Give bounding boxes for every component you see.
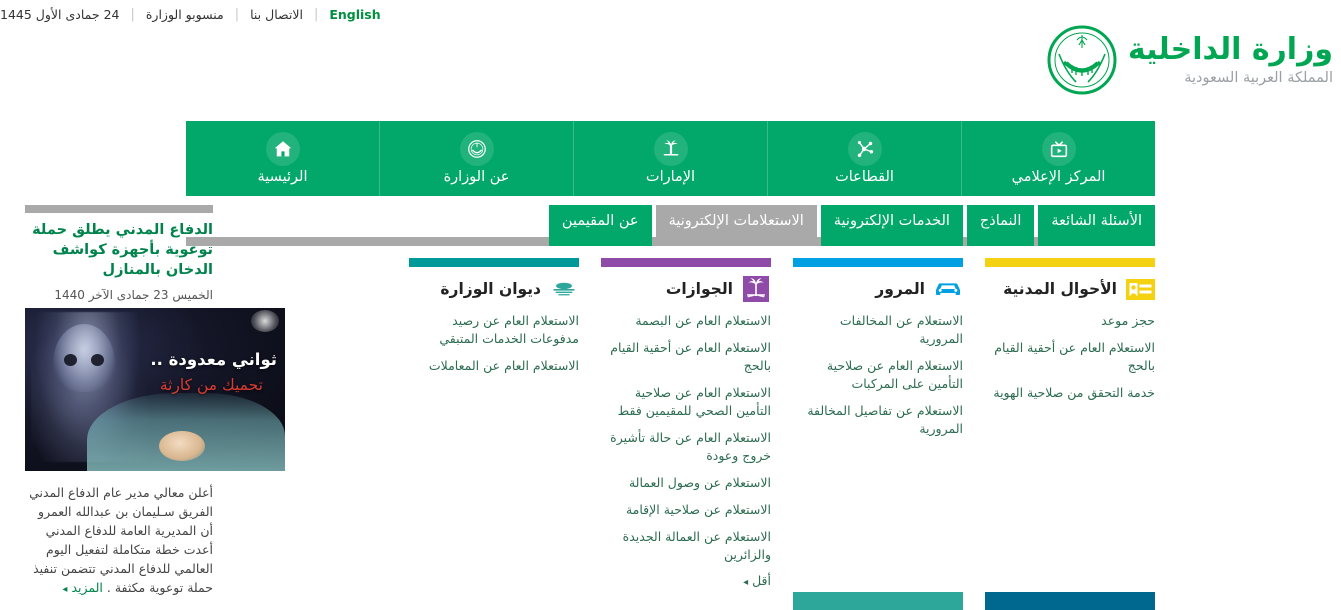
service-tabs: الأسئلة الشائعة النماذج الخدمات الإلكترو… xyxy=(186,205,1155,237)
home-icon xyxy=(265,132,300,166)
news-panel: الدفاع المدني يطلق حملة توعوية بأجهزة كو… xyxy=(25,205,285,610)
logo-title: وزارة الداخلية xyxy=(1127,31,1333,67)
id-card-icon xyxy=(1125,276,1155,302)
tab-faq[interactable]: الأسئلة الشائعة xyxy=(1038,205,1155,237)
news-top-divider xyxy=(25,205,213,213)
nav-label: المركز الإعلامي xyxy=(1011,169,1106,185)
column-item[interactable]: خدمة التحقق من صلاحية الهوية xyxy=(985,384,1155,402)
chevron-left-icon: ◂ xyxy=(743,577,749,588)
staff-link[interactable]: منسوبو الوزارة xyxy=(146,7,224,22)
column-title: الأحوال المدنية xyxy=(1003,280,1117,298)
column-title: المرور xyxy=(875,280,925,298)
column-items: الاستعلام عن المخالفات المرورية الاستعلا… xyxy=(793,312,963,438)
site-logo[interactable]: وزارة الداخلية المملكة العربية السعودية xyxy=(1046,24,1333,96)
column-title: ديوان الوزارة xyxy=(440,280,541,298)
column-item[interactable]: حجز موعد xyxy=(985,312,1155,330)
column-ministry-office: ديوان الوزارة الاستعلام العام عن رصيد مد… xyxy=(409,258,579,588)
separator: | xyxy=(313,6,319,22)
column-color-bar xyxy=(985,258,1155,267)
column-item[interactable]: الاستعلام العام عن أحقية القيام بالحج xyxy=(985,339,1155,375)
tab-rail-segment xyxy=(820,237,963,246)
bottom-strip-teal[interactable] xyxy=(793,592,963,610)
separator: | xyxy=(130,6,135,22)
logo-text-block: وزارة الداخلية المملكة العربية السعودية xyxy=(1127,31,1333,86)
column-item[interactable]: الاستعلام العام عن صلاحية التأمين على ال… xyxy=(793,357,963,393)
column-header: الجوازات xyxy=(601,276,771,302)
contact-link[interactable]: الاتصال بنا xyxy=(250,7,303,22)
column-items: الاستعلام العام عن رصيد مدفوعات الخدمات … xyxy=(409,312,579,375)
nav-item-emirates[interactable]: الإمارات xyxy=(573,121,767,196)
bottom-strip-blue[interactable] xyxy=(985,592,1155,610)
tabs-underline-rail xyxy=(186,237,1155,246)
column-items: حجز موعد الاستعلام العام عن أحقية القيام… xyxy=(985,312,1155,402)
column-item[interactable]: الاستعلام العام عن أحقية القيام بالحج xyxy=(601,339,771,375)
tab-rail-segment xyxy=(966,237,1035,246)
emblem-circle-icon xyxy=(459,132,494,166)
column-title: الجوازات xyxy=(665,280,733,298)
column-passports: الجوازات الاستعلام العام عن البصمة الاست… xyxy=(601,258,771,588)
tab-forms[interactable]: النماذج xyxy=(966,205,1035,237)
column-collapse-link[interactable]: أقل ◂ xyxy=(601,573,771,588)
tab-e-inquiries[interactable]: الاستعلامات الإلكترونية xyxy=(655,205,817,237)
main-navigation: المركز الإعلامي القطاعات الإمارات عن الو… xyxy=(186,121,1155,196)
nav-label: الإمارات xyxy=(645,169,696,185)
page-root: 24 جمادى الأول 1445 | منسوبو الوزارة | ا… xyxy=(0,0,1341,610)
palm-swords-icon xyxy=(741,276,771,302)
news-title[interactable]: الدفاع المدني يطلق حملة توعوية بأجهزة كو… xyxy=(25,220,213,280)
column-item[interactable]: الاستعلام عن صلاحية الإقامة xyxy=(601,501,771,519)
nav-label: عن الوزارة xyxy=(443,169,510,185)
column-item[interactable]: الاستعلام عن وصول العمالة xyxy=(601,474,771,492)
column-collapse-label: أقل xyxy=(752,573,771,588)
column-item[interactable]: الاستعلام العام عن صلاحية التأمين الصحي … xyxy=(601,384,771,420)
tv-media-icon xyxy=(1041,132,1076,166)
column-item[interactable]: الاستعلام العام عن المعاملات xyxy=(409,357,579,375)
column-item[interactable]: الاستعلام العام عن حالة تأشيرة خروج وعود… xyxy=(601,429,771,465)
logo-subtitle: المملكة العربية السعودية xyxy=(1184,69,1333,86)
column-item[interactable]: الاستعلام العام عن رصيد مدفوعات الخدمات … xyxy=(409,312,579,348)
tab-label: الأسئلة الشائعة xyxy=(1051,213,1142,229)
column-header: ديوان الوزارة xyxy=(409,276,579,302)
saudi-emblem-icon xyxy=(1046,24,1118,96)
tab-label: الاستعلامات الإلكترونية xyxy=(668,213,804,229)
language-toggle-english[interactable]: English xyxy=(329,7,380,22)
separator: | xyxy=(234,6,240,22)
chevron-left-icon: ◂ xyxy=(62,584,68,595)
palm-swords-icon xyxy=(653,132,688,166)
column-traffic: المرور الاستعلام عن المخالفات المرورية ا… xyxy=(793,258,963,588)
nav-label: الرئيسية xyxy=(257,169,308,185)
inquiry-columns: الأحوال المدنية حجز موعد الاستعلام العام… xyxy=(186,258,1155,588)
nav-item-about-ministry[interactable]: عن الوزارة xyxy=(379,121,573,196)
column-items: الاستعلام العام عن البصمة الاستعلام العا… xyxy=(601,312,771,588)
nav-label: القطاعات xyxy=(835,169,894,185)
column-color-bar xyxy=(409,258,579,267)
network-nodes-icon xyxy=(847,132,882,166)
tab-rail-segment xyxy=(1038,237,1155,246)
tab-label: النماذج xyxy=(979,213,1022,229)
column-civil-affairs: الأحوال المدنية حجز موعد الاستعلام العام… xyxy=(985,258,1155,588)
column-color-bar xyxy=(601,258,771,267)
nav-item-sectors[interactable]: القطاعات xyxy=(767,121,961,196)
nav-item-media-center[interactable]: المركز الإعلامي xyxy=(961,121,1155,196)
news-date: الخميس 23 جمادى الآخر 1440 xyxy=(54,288,213,302)
column-header: المرور xyxy=(793,276,963,302)
hijri-date: 24 جمادى الأول 1445 xyxy=(0,6,120,22)
nav-item-home[interactable]: الرئيسية xyxy=(186,121,379,196)
tab-label: الخدمات الإلكترونية xyxy=(833,213,950,229)
news-more-link[interactable]: المزيد xyxy=(71,580,102,595)
column-header: الأحوال المدنية xyxy=(985,276,1155,302)
column-item[interactable]: الاستعلام عن العمالة الجديدة والزائرين xyxy=(601,528,771,564)
tab-about-residents[interactable]: عن المقيمين xyxy=(548,205,652,237)
column-color-bar xyxy=(793,258,963,267)
tab-e-services[interactable]: الخدمات الإلكترونية xyxy=(820,205,963,237)
column-item[interactable]: الاستعلام عن المخالفات المرورية xyxy=(793,312,963,348)
ministry-wing-icon xyxy=(549,276,579,302)
news-summary: أعلن معالي مدير عام الدفاع المدني الفريق… xyxy=(25,483,213,599)
tab-label: عن المقيمين xyxy=(561,213,639,229)
tab-rail-segment xyxy=(548,237,652,246)
column-item[interactable]: الاستعلام العام عن البصمة xyxy=(601,312,771,330)
column-item[interactable]: الاستعلام عن تفاصيل المخالفة المرورية xyxy=(793,402,963,438)
car-icon xyxy=(933,276,963,302)
